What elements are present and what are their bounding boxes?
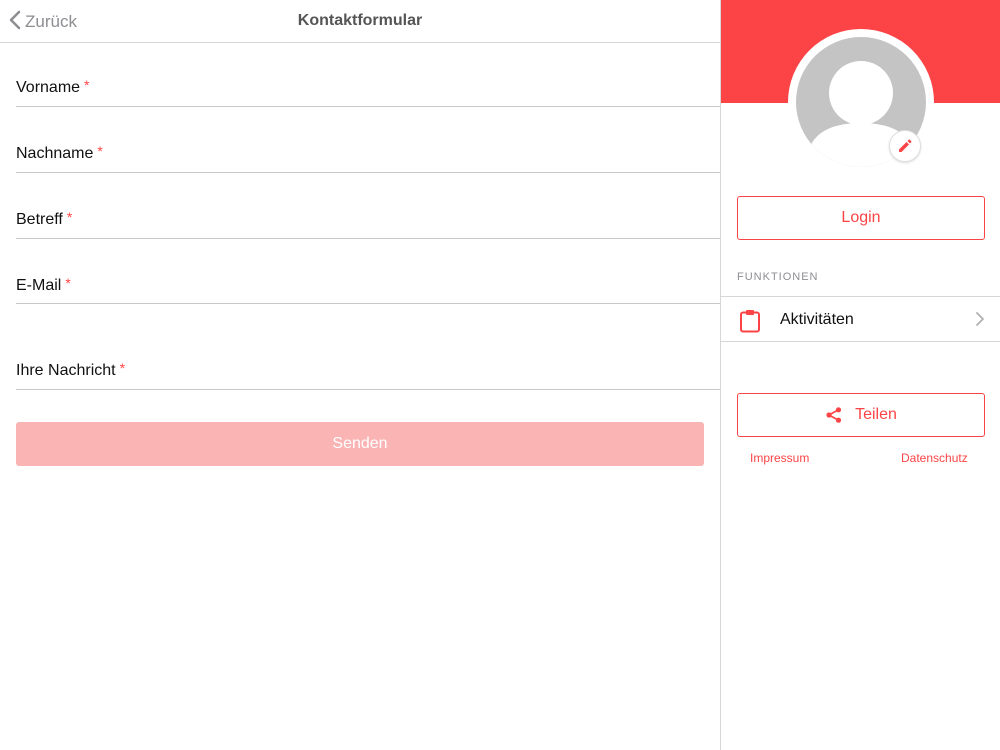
subject-field[interactable]: Betreff * (16, 196, 720, 239)
edit-avatar-button[interactable] (889, 130, 921, 162)
last-name-field[interactable]: Nachname * (16, 130, 720, 173)
share-button-label: Teilen (855, 406, 897, 423)
section-heading: FUNKTIONEN (737, 271, 819, 283)
pencil-icon (899, 139, 912, 152)
message-field[interactable]: Ihre Nachricht * (16, 326, 720, 390)
menu-item-label: Aktivitäten (780, 311, 854, 328)
menu-item-activities[interactable]: Aktivitäten (721, 296, 1000, 342)
share-button[interactable]: Teilen (737, 393, 985, 437)
imprint-link[interactable]: Impressum (750, 451, 809, 465)
login-button[interactable]: Login (737, 196, 985, 240)
required-marker: * (65, 275, 71, 291)
page-title: Kontaktformular (297, 12, 423, 29)
contact-form-panel: Zurück Kontaktformular Vorname * Nachname… (0, 0, 720, 750)
required-marker: * (97, 143, 103, 159)
navigation-bar: Zurück Kontaktformular (0, 0, 720, 43)
privacy-link[interactable]: Datenschutz (901, 451, 968, 465)
first-name-field[interactable]: Vorname * (16, 64, 720, 107)
login-button-label: Login (841, 209, 881, 226)
required-marker: * (84, 77, 90, 93)
message-label: Ihre Nachricht (16, 362, 116, 379)
last-name-label: Nachname (16, 145, 94, 162)
send-button[interactable]: Senden (16, 422, 704, 466)
subject-label: Betreff (16, 211, 63, 228)
required-marker: * (119, 360, 126, 376)
clipboard-icon (739, 309, 761, 338)
first-name-label: Vorname (16, 79, 81, 96)
chevron-right-icon (975, 311, 985, 332)
email-label: E-Mail (16, 277, 62, 294)
required-marker: * (66, 209, 73, 225)
email-field[interactable]: E-Mail * (16, 262, 720, 304)
sidebar: Login FUNKTIONEN Aktivitäten Teilen Impr… (720, 0, 1000, 750)
share-icon (825, 406, 843, 424)
